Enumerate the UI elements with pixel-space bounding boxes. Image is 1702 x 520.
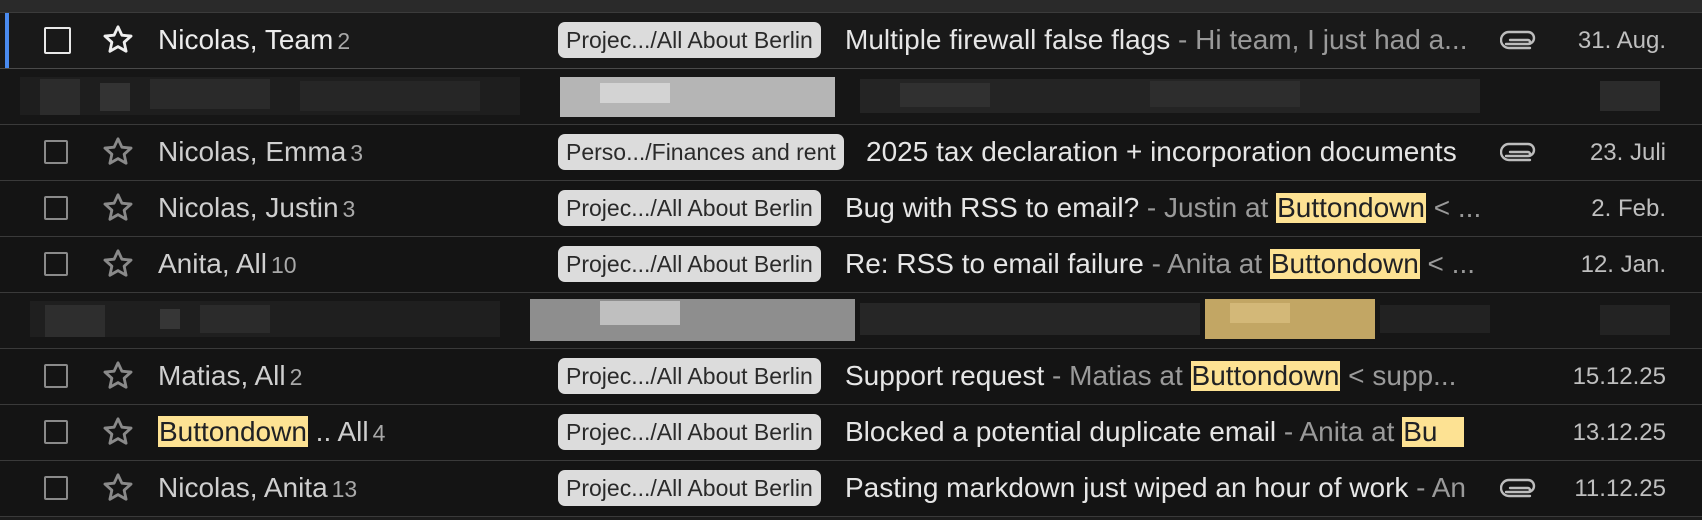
thread-count: 2	[337, 28, 351, 54]
checkbox-icon[interactable]	[44, 140, 68, 164]
email-row[interactable]: Matias, All 2 Projec.../All About Berlin …	[0, 349, 1702, 405]
email-date: 12. Jan.	[1580, 251, 1666, 278]
email-date: 15.12.25	[1572, 363, 1666, 390]
subject-text: Support request	[845, 361, 1045, 391]
checkbox-icon[interactable]	[44, 476, 68, 500]
subject-line: Multiple firewall false flags - Hi team,…	[845, 25, 1480, 55]
sender-text: Nicolas, Anita	[158, 472, 328, 503]
email-date: 31. Aug.	[1577, 27, 1666, 54]
subject-text: Re: RSS to email failure	[845, 249, 1144, 279]
redacted-row	[0, 69, 1702, 125]
star-icon[interactable]	[100, 358, 136, 394]
snippet-text: - An	[1408, 473, 1466, 503]
label-chip[interactable]: Projec.../All About Berlin	[558, 22, 821, 58]
email-date: 2. Feb.	[1591, 195, 1666, 222]
search-highlight: Buttondown	[1269, 249, 1420, 279]
snippet-text: < supp...	[1340, 361, 1457, 391]
email-date: 11.12.25	[1574, 475, 1666, 502]
search-highlight: Buttondown	[1190, 361, 1341, 391]
star-icon[interactable]	[100, 246, 136, 282]
star-icon[interactable]	[100, 190, 136, 226]
label-chip[interactable]: Projec.../All About Berlin	[558, 358, 821, 394]
sender-name: Nicolas, Emma 3	[158, 137, 363, 168]
thread-count: 10	[270, 252, 297, 278]
subject-line: Blocked a potential duplicate email - An…	[845, 417, 1480, 447]
thread-count: 4	[372, 420, 386, 446]
sender-text: Anita, All	[158, 248, 267, 279]
checkbox-icon[interactable]	[44, 420, 68, 444]
email-row[interactable]: Nicolas, Emma 3 Perso.../Finances and ren…	[0, 125, 1702, 181]
search-highlight-tail	[1438, 417, 1464, 447]
email-row[interactable]: Nicolas, Justin 3 Projec.../All About Ber…	[0, 181, 1702, 237]
email-row[interactable]: Buttondown .. All 4 Projec.../All About B…	[0, 405, 1702, 461]
email-list: Nicolas, Team 2 Projec.../All About Berli…	[0, 13, 1702, 517]
paperclip-icon	[1499, 475, 1538, 501]
checkbox-icon[interactable]	[44, 196, 68, 220]
label-chip[interactable]: Projec.../All About Berlin	[558, 470, 821, 506]
snippet-text: - Hi team, I just had a...	[1170, 25, 1468, 55]
sender-text: Nicolas, Emma	[158, 136, 347, 167]
snippet-text: - Matias at	[1044, 361, 1191, 391]
snippet-text: - Anita at	[1143, 249, 1270, 279]
paperclip-icon	[1499, 139, 1538, 165]
snippet-text: < ...	[1425, 193, 1480, 223]
sender-name: Nicolas, Anita 13	[158, 473, 357, 504]
subject-text: Multiple firewall false flags	[845, 25, 1171, 55]
redacted-row	[0, 293, 1702, 349]
subject-text: Bug with RSS to email?	[845, 193, 1140, 223]
sender-text: .. All	[307, 416, 369, 447]
sender-name: Anita, All 10	[158, 249, 297, 280]
email-row[interactable]: Nicolas, Anita 13 Projec.../All About Ber…	[0, 461, 1702, 517]
sender-name: Buttondown .. All 4	[158, 416, 386, 448]
snippet-text: < ...	[1419, 249, 1476, 279]
snippet-text: - Justin at	[1139, 193, 1277, 223]
sender-name: Nicolas, Justin 3	[158, 193, 355, 224]
star-icon[interactable]	[100, 470, 136, 506]
subject-text: Blocked a potential duplicate email	[845, 417, 1277, 447]
label-chip[interactable]: Projec.../All About Berlin	[558, 414, 821, 450]
subject-line: Pasting markdown just wiped an hour of w…	[845, 473, 1480, 503]
sender-text: Matias, All	[158, 360, 286, 391]
toolbar-strip	[0, 0, 1702, 13]
sender-name: Matias, All 2	[158, 361, 302, 392]
star-icon[interactable]	[100, 414, 136, 450]
snippet-text: - Anita at	[1276, 417, 1403, 447]
thread-count: 3	[350, 140, 364, 166]
checkbox-icon[interactable]	[44, 364, 68, 388]
star-icon[interactable]	[100, 134, 136, 170]
label-chip[interactable]: Projec.../All About Berlin	[558, 246, 821, 282]
search-highlight: Buttondown	[158, 416, 308, 447]
search-highlight: Buttondown	[1276, 193, 1426, 223]
subject-line: Bug with RSS to email? - Justin at Butto…	[845, 193, 1480, 223]
paperclip-icon	[1499, 27, 1538, 53]
sender-text: Nicolas, Justin	[158, 192, 339, 223]
email-row[interactable]: Nicolas, Team 2 Projec.../All About Berli…	[0, 13, 1702, 69]
sender-name: Nicolas, Team 2	[158, 25, 350, 56]
label-chip[interactable]: Perso.../Finances and rent	[558, 134, 844, 170]
email-row[interactable]: Anita, All 10 Projec.../All About Berlin …	[0, 237, 1702, 293]
thread-count: 2	[289, 364, 303, 390]
subject-line: Re: RSS to email failure - Anita at Butt…	[845, 249, 1480, 279]
subject-line: Support request - Matias at Buttondown <…	[845, 361, 1480, 391]
email-date: 13.12.25	[1572, 419, 1666, 446]
thread-count: 3	[342, 196, 356, 222]
subject-line: 2025 tax declaration + incorporation doc…	[866, 137, 1480, 167]
search-highlight: Bu	[1402, 417, 1439, 447]
star-icon[interactable]	[100, 22, 136, 58]
email-date: 23. Juli	[1589, 139, 1666, 166]
thread-count: 13	[331, 476, 358, 502]
sender-text: Nicolas, Team	[158, 24, 334, 55]
label-chip[interactable]: Projec.../All About Berlin	[558, 190, 821, 226]
subject-text: 2025 tax declaration + incorporation doc…	[866, 137, 1457, 167]
subject-text: Pasting markdown just wiped an hour of w…	[845, 473, 1409, 503]
checkbox-icon[interactable]	[44, 252, 68, 276]
checkbox-icon[interactable]	[44, 27, 71, 54]
